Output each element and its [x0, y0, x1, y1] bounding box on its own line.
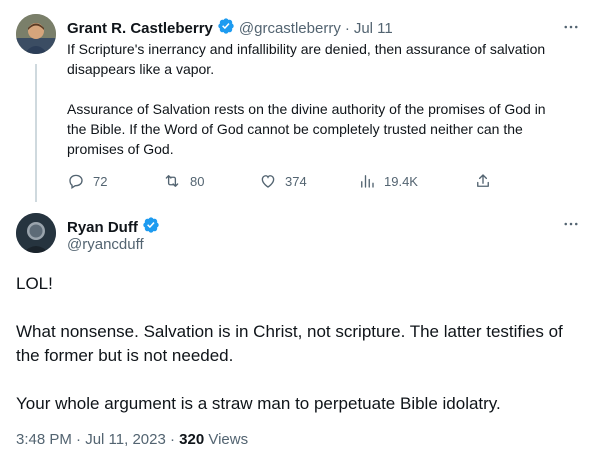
retweet-icon: [162, 172, 182, 190]
thread-connector-line: [35, 64, 37, 202]
parent-paragraph-2: Assurance of Salvation rests on the divi…: [67, 101, 546, 157]
parent-avatar[interactable]: [16, 14, 56, 54]
parent-handle[interactable]: @grcastleberry: [239, 20, 341, 37]
main-body: LOL! What nonsense. Salvation is in Chri…: [16, 272, 576, 416]
main-handle[interactable]: @ryancduff: [67, 236, 144, 253]
parent-separator: ·: [344, 20, 350, 37]
reply-icon: [67, 172, 85, 190]
parent-paragraph-1: If Scripture's inerrancy and infallibili…: [67, 41, 546, 77]
verified-badge-icon: [142, 216, 160, 239]
reply-button[interactable]: 72: [67, 172, 107, 190]
like-icon: [259, 172, 277, 190]
view-count: 320: [179, 431, 205, 448]
main-avatar[interactable]: [16, 213, 56, 253]
reply-count: 72: [93, 173, 108, 189]
parent-author-name[interactable]: Grant R. Castleberry: [67, 20, 213, 37]
parent-date[interactable]: Jul 11: [354, 20, 393, 37]
views-button[interactable]: 19.4K: [358, 172, 418, 190]
main-paragraph-3: Your whole argument is a straw man to pe…: [16, 394, 501, 413]
tweet-meta: 3:48 PM · Jul 11, 2023 · 320 Views: [16, 431, 248, 448]
share-icon: [474, 172, 492, 190]
like-count: 374: [285, 173, 307, 189]
more-icon[interactable]: [562, 18, 580, 41]
views-count: 19.4K: [384, 173, 418, 189]
views-label: Views: [208, 431, 249, 448]
like-button[interactable]: 374: [259, 172, 307, 190]
share-button[interactable]: [474, 172, 492, 190]
views-icon: [358, 172, 376, 190]
parent-body: If Scripture's inerrancy and infallibili…: [67, 39, 562, 159]
main-paragraph-1: LOL!: [16, 274, 53, 293]
parent-header: Grant R. Castleberry @grcastleberry · Ju…: [67, 17, 393, 40]
main-paragraph-2: What nonsense. Salvation is in Christ, n…: [16, 322, 563, 365]
more-icon[interactable]: [562, 215, 580, 238]
timestamp[interactable]: 3:48 PM · Jul 11, 2023 ·: [16, 431, 175, 448]
retweet-button[interactable]: 80: [162, 172, 204, 190]
retweet-count: 80: [190, 173, 205, 189]
verified-badge-icon: [217, 17, 235, 40]
main-author-name[interactable]: Ryan Duff: [67, 219, 138, 236]
